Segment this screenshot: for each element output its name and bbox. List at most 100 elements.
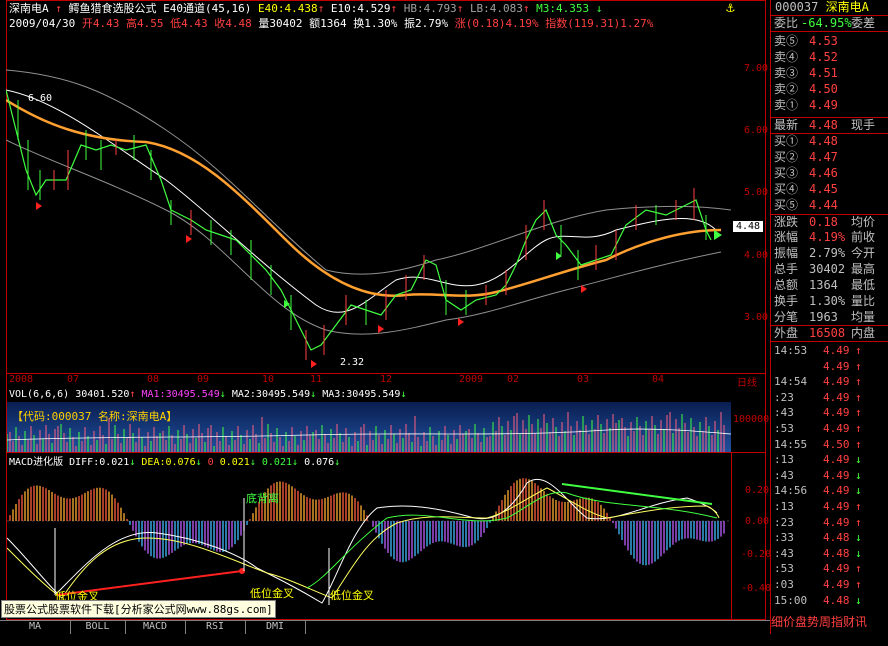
tick-time: 14:54 <box>774 375 808 389</box>
e10-value: E10:4.529 <box>330 2 391 15</box>
bid-label: 买④ <box>774 182 799 196</box>
tick-price: 4.48 <box>823 546 850 560</box>
stat-label: 涨跌 <box>774 215 799 229</box>
macd-v1: 0.021 <box>219 457 250 468</box>
stat-value: 2.79% <box>809 246 846 260</box>
label-golden-cross-3: 低位金叉 <box>330 589 374 602</box>
label-bottom-divergence: 底背离 <box>246 492 279 505</box>
label-golden-cross-2: 低位金叉 <box>250 587 294 600</box>
stat-row: 总额 1364 最低 <box>771 278 888 293</box>
watermark[interactable]: 股票公式股票软件下载[分析家公式网www.88gs.com] <box>1 600 276 618</box>
last-row: 最新 4.48 现手 <box>771 117 888 134</box>
tab-ma[interactable]: MA <box>0 620 71 634</box>
stat-value: 1364 <box>809 278 838 292</box>
macd-v2: 0.021 <box>261 457 292 468</box>
upper-channel <box>6 69 731 275</box>
formula-name[interactable]: 鳄鱼猎食选股公式 <box>69 2 157 15</box>
stat-label: 换手 <box>774 294 799 308</box>
last-extra: 现手 <box>851 118 876 132</box>
tick-row: :13 4.49 ↑ <box>771 499 888 515</box>
tab-macd[interactable]: MACD <box>125 620 186 634</box>
tick-time: :33 <box>774 531 794 545</box>
x-tick: 11 <box>310 374 323 385</box>
tick-time: 14:55 <box>774 437 808 451</box>
ask-price: 4.50 <box>809 82 838 96</box>
tick-price: 4.50 <box>823 437 850 451</box>
inner-label: 内盘 <box>851 326 876 340</box>
last-price-tag: 4.48 <box>733 221 764 232</box>
tick-row: :53 4.49 ↑ <box>771 421 888 437</box>
stock-name[interactable]: 深南电A <box>9 2 49 15</box>
tick-price: 4.49 <box>823 390 850 404</box>
macd-y-tick: 0.20 <box>745 485 770 496</box>
tick-price: 4.48 <box>823 593 850 607</box>
vol-ma3: MA3:30495.549 <box>322 389 401 400</box>
stat-value: 30402 <box>809 262 846 276</box>
e40-channel: E40通道(45,16) <box>163 2 252 15</box>
stat-extra: 前收 <box>851 230 876 244</box>
stat-label: 振幅 <box>774 246 799 260</box>
arrow-up-icon: ↑ <box>855 515 862 529</box>
tab-rsi[interactable]: RSI <box>185 620 246 634</box>
tick-row: :13 4.49 ↓ <box>771 452 888 468</box>
turnover: 换1.30% <box>353 17 398 30</box>
bid-label: 买③ <box>774 166 799 180</box>
tab-dmi[interactable]: DMI <box>245 620 306 634</box>
bid-price: 4.45 <box>809 182 838 196</box>
volume: 量30402 <box>258 17 303 30</box>
arrow-up-icon: ↑ <box>855 562 862 576</box>
weibi-value: -64.95% <box>801 16 852 30</box>
tick-row: 14:56 4.49 ↓ <box>771 483 888 499</box>
ask-row: 卖① 4.49 <box>771 98 888 113</box>
bid-row: 买② 4.47 <box>771 150 888 165</box>
arrow-up-icon: ↑ <box>855 437 862 451</box>
tick-price: 4.49 <box>823 484 850 498</box>
arrow-up-icon: ↑ <box>855 500 862 513</box>
stat-row: 涨幅 4.19% 前收 <box>771 230 888 245</box>
stat-extra: 均量 <box>851 310 876 324</box>
ask-label: 卖③ <box>774 66 799 80</box>
quote-title: 000037 深南电A <box>771 0 888 16</box>
macd-v3: 0.076 <box>304 457 335 468</box>
index-change: 指数(119.31)1.27% <box>545 17 654 30</box>
y-tick-7: 7.00 <box>744 63 769 74</box>
lb-value: LB:4.083 <box>469 2 523 15</box>
ask-row: 卖③ 4.51 <box>771 66 888 81</box>
arrow-up-icon: ↑ <box>855 375 862 389</box>
ask-price: 4.53 <box>809 34 838 48</box>
bid-label: 买⑤ <box>774 198 799 212</box>
arrow-down-icon: ↓ <box>855 531 862 545</box>
bid-row: 买⑤ 4.44 <box>771 198 888 213</box>
tick-time: :43 <box>774 468 794 482</box>
y-tick-5: 5.00 <box>744 187 769 198</box>
x-tick: 04 <box>652 374 665 385</box>
candles <box>17 100 707 360</box>
tick-price: 4.49 <box>823 375 850 389</box>
diff-line <box>7 478 718 604</box>
annot-low: 2.32 <box>340 357 365 368</box>
stat-row: 总手 30402 最高 <box>771 262 888 277</box>
outer-row: 外盘 16508 内盘 <box>771 325 888 342</box>
stat-value: 1.30% <box>809 294 846 308</box>
vol-divider <box>7 452 765 453</box>
tick-row: 14:54 4.49 ↑ <box>771 374 888 390</box>
tick-price: 4.49 <box>823 422 850 435</box>
m3-arrow: ↓ <box>595 2 603 15</box>
x-tick: 03 <box>577 374 590 385</box>
tick-time: :53 <box>774 562 794 576</box>
tick-row: 15:00 4.48 ↓ <box>771 593 888 609</box>
ask-price: 4.52 <box>809 50 838 64</box>
y-tick-6: 6.00 <box>744 125 769 136</box>
price-chart <box>6 69 731 368</box>
quote-bottom-tabs[interactable]: 细价盘势周指财讯 <box>771 614 888 630</box>
tick-row: :23 4.49 ↑ <box>771 390 888 406</box>
ask-label: 卖① <box>774 98 799 112</box>
tick-time: :13 <box>774 453 794 467</box>
stat-label: 总额 <box>774 278 799 292</box>
anchor-icon[interactable]: ⚓ <box>726 0 734 16</box>
open: 开4.43 <box>81 17 120 30</box>
vol-ma1: MA1:30495.549 <box>141 389 220 400</box>
arrow-down-icon: ↓ <box>855 484 862 498</box>
tab-boll[interactable]: BOLL <box>70 620 126 634</box>
period-label[interactable]: 日线 <box>737 374 757 389</box>
